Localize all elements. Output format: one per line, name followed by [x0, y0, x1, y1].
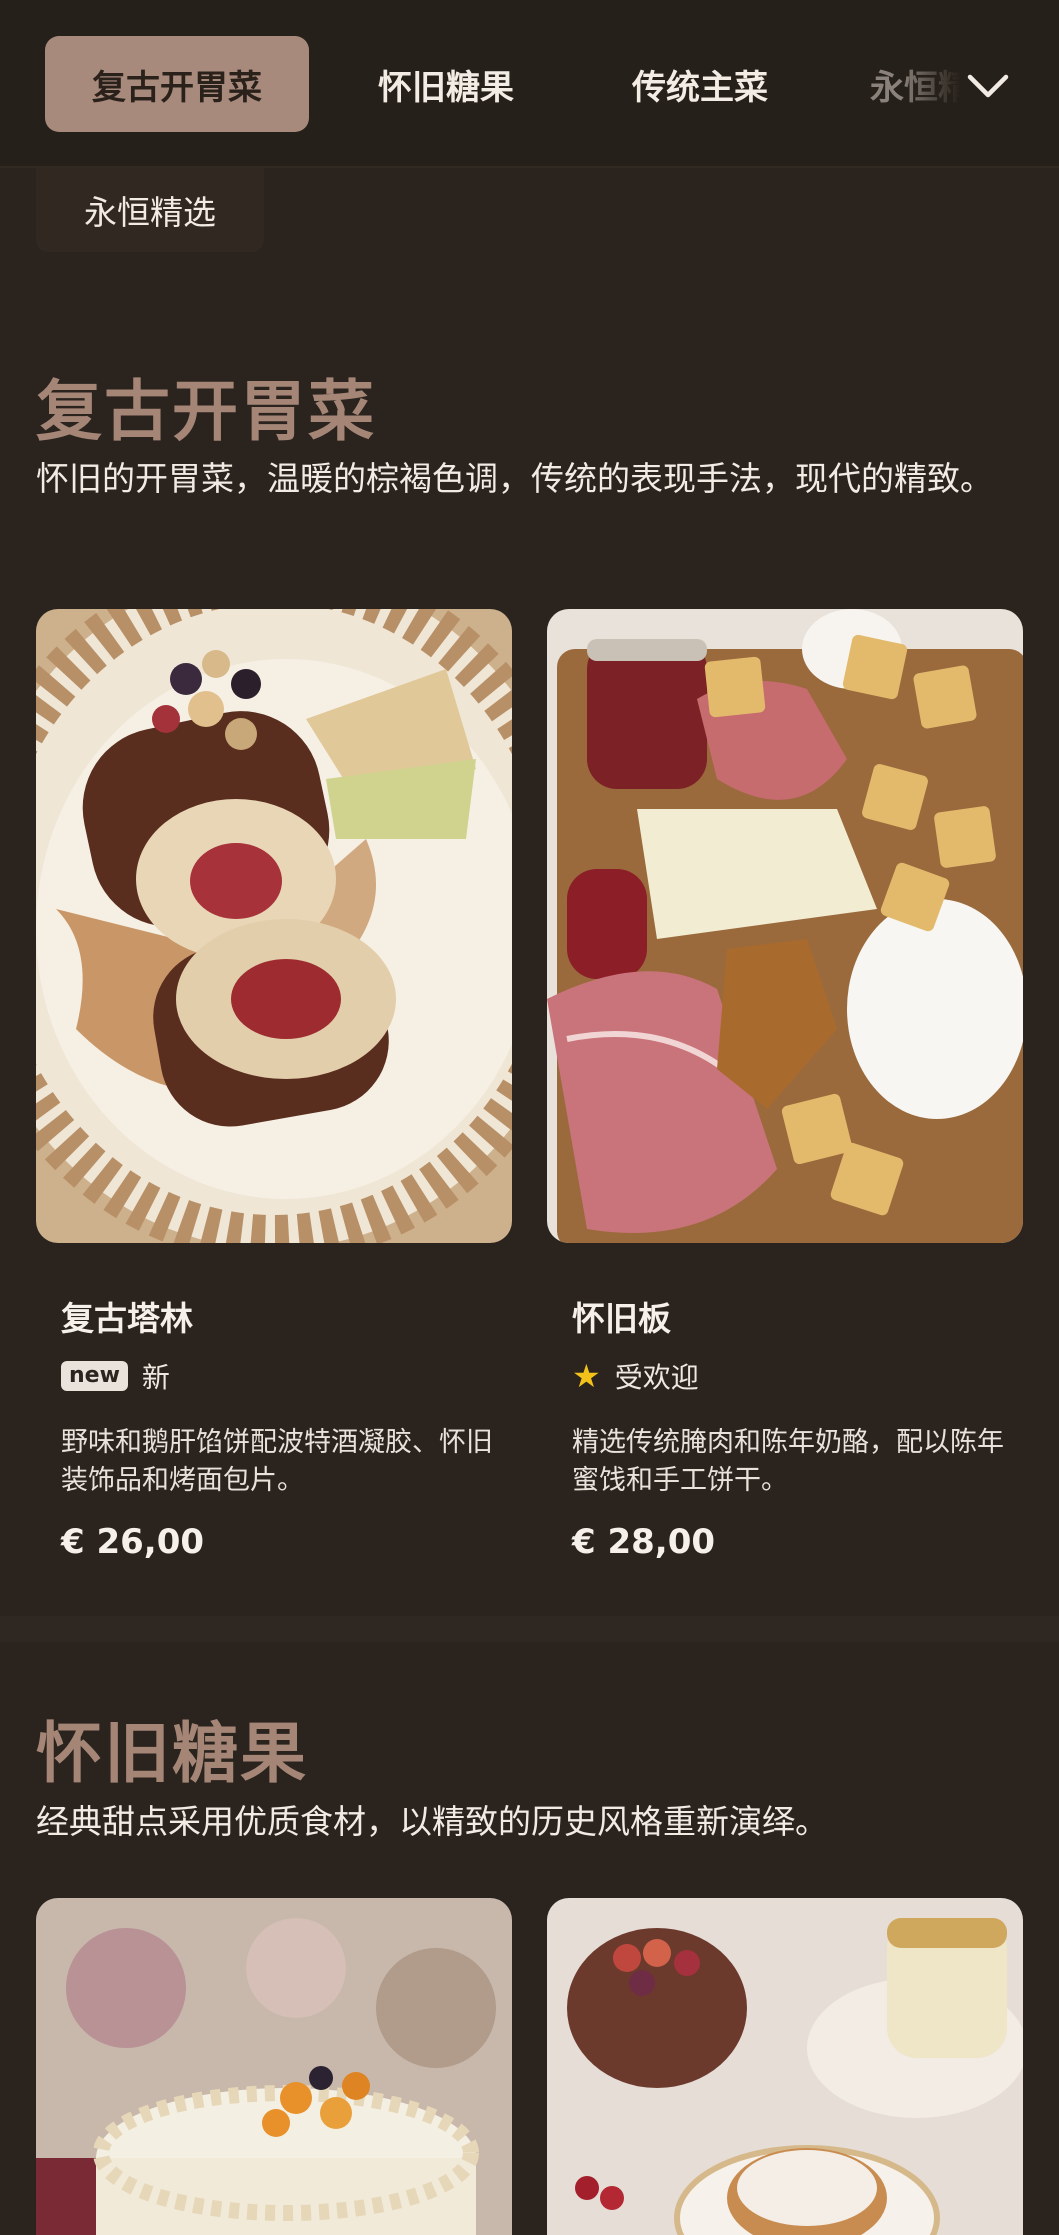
- dish-image-charcuterie-board[interactable]: [547, 609, 1023, 1243]
- tab-traditional-mains[interactable]: 传统主菜: [600, 36, 800, 132]
- star-icon: ★: [572, 1357, 601, 1395]
- section-title: 复古开胃菜: [36, 373, 376, 450]
- category-nav: 复古开胃菜 怀旧糖果 传统主菜 永恒精选: [0, 0, 1059, 168]
- overflow-category-chip[interactable]: 永恒精选: [36, 168, 264, 252]
- dish-image-dessert-table[interactable]: [547, 1898, 1023, 2235]
- badge-label: 受欢迎: [614, 1361, 699, 1394]
- item-name: 复古塔林: [61, 1299, 193, 1338]
- item-description: 精选传统腌肉和陈年奶酪，配以陈年蜜饯和手工饼干。: [572, 1427, 1004, 1496]
- tab-timeless-selection[interactable]: 永恒精选: [870, 36, 960, 132]
- section-description: 经典甜点采用优质食材，以精致的历史风格重新演绎。: [36, 1802, 828, 1841]
- item-price: € 26,00: [61, 1522, 205, 1562]
- badge-label: 新: [141, 1361, 170, 1394]
- item-name: 怀旧板: [572, 1299, 671, 1338]
- item-badge-popular: ★ 受欢迎: [572, 1356, 699, 1396]
- dish-image-cake[interactable]: [36, 1898, 512, 2235]
- item-badge-new: new 新: [61, 1356, 170, 1396]
- item-price: € 28,00: [572, 1522, 716, 1562]
- section-divider: [0, 1616, 1059, 1642]
- chevron-down-icon[interactable]: [960, 58, 1016, 114]
- dish-image-terrine[interactable]: [36, 609, 512, 1243]
- new-badge-chip: new: [61, 1361, 128, 1391]
- section-description: 怀旧的开胃菜，温暖的棕褐色调，传统的表现手法，现代的精致。: [36, 459, 993, 498]
- section-title: 怀旧糖果: [36, 1715, 308, 1792]
- tab-vintage-appetizers[interactable]: 复古开胃菜: [45, 36, 309, 132]
- item-description: 野味和鹅肝馅饼配波特酒凝胶、怀旧装饰品和烤面包片。: [61, 1427, 493, 1496]
- tab-nostalgic-sweets[interactable]: 怀旧糖果: [350, 36, 542, 132]
